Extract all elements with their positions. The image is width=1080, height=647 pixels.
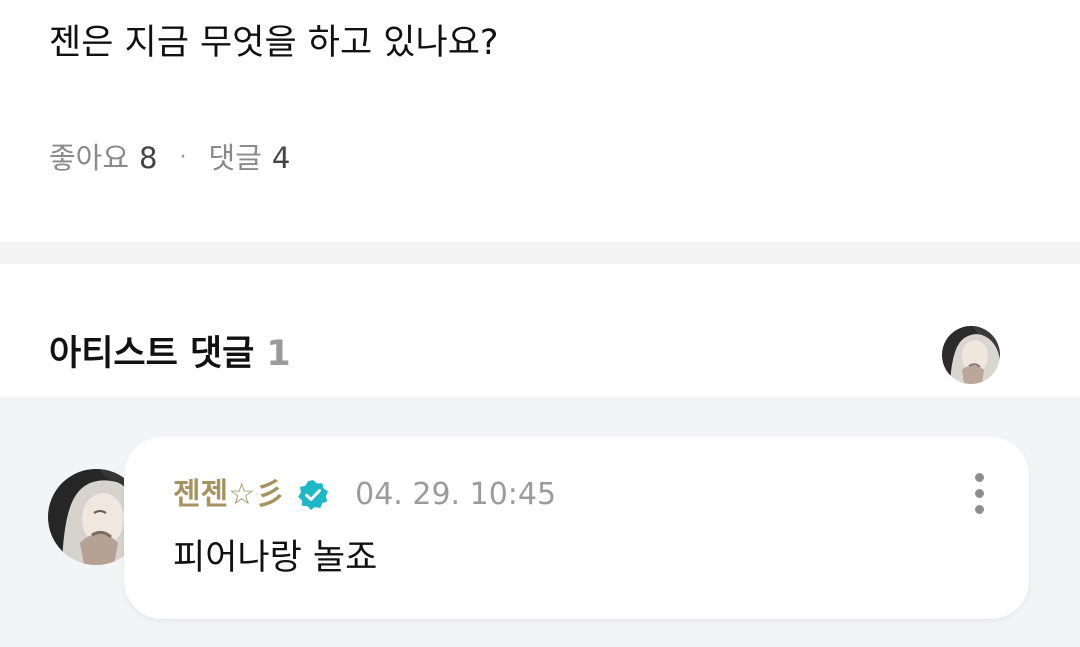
comments-label[interactable]: 댓글 [209,138,262,178]
comment-text: 피어나랑 놀죠 [173,538,378,578]
artist-comment-list: 젠젠☆彡 04. 29. 10:45 피어나랑 놀죠 [0,397,1080,647]
artist-avatar[interactable] [942,326,1000,384]
post-stats: 좋아요 8 · 댓글 4 [49,138,290,178]
comments-count[interactable]: 4 [272,138,290,178]
artist-comments-title-label: 아티스트 댓글 [49,334,255,374]
likes-label[interactable]: 좋아요 [49,138,129,178]
comment-meta: 젠젠☆彡 04. 29. 10:45 [173,475,556,515]
likes-count[interactable]: 8 [139,138,157,178]
artist-comments-title: 아티스트 댓글 1 [49,330,291,378]
post-section: 젠은 지금 무엇을 하고 있나요? 좋아요 8 · 댓글 4 [0,0,1080,242]
more-vertical-icon[interactable] [967,473,991,517]
verified-badge-icon [297,479,329,511]
artist-comment-card: 젠젠☆彡 04. 29. 10:45 피어나랑 놀죠 [124,437,1029,619]
artist-comments-count: 1 [266,334,291,374]
section-divider [0,242,1080,264]
stats-separator: · [179,145,187,170]
artist-comments-header: 아티스트 댓글 1 [0,264,1080,397]
post-question: 젠은 지금 무엇을 하고 있나요? [49,23,499,63]
comment-timestamp: 04. 29. 10:45 [355,477,557,512]
comment-author-name[interactable]: 젠젠☆彡 [173,475,285,515]
